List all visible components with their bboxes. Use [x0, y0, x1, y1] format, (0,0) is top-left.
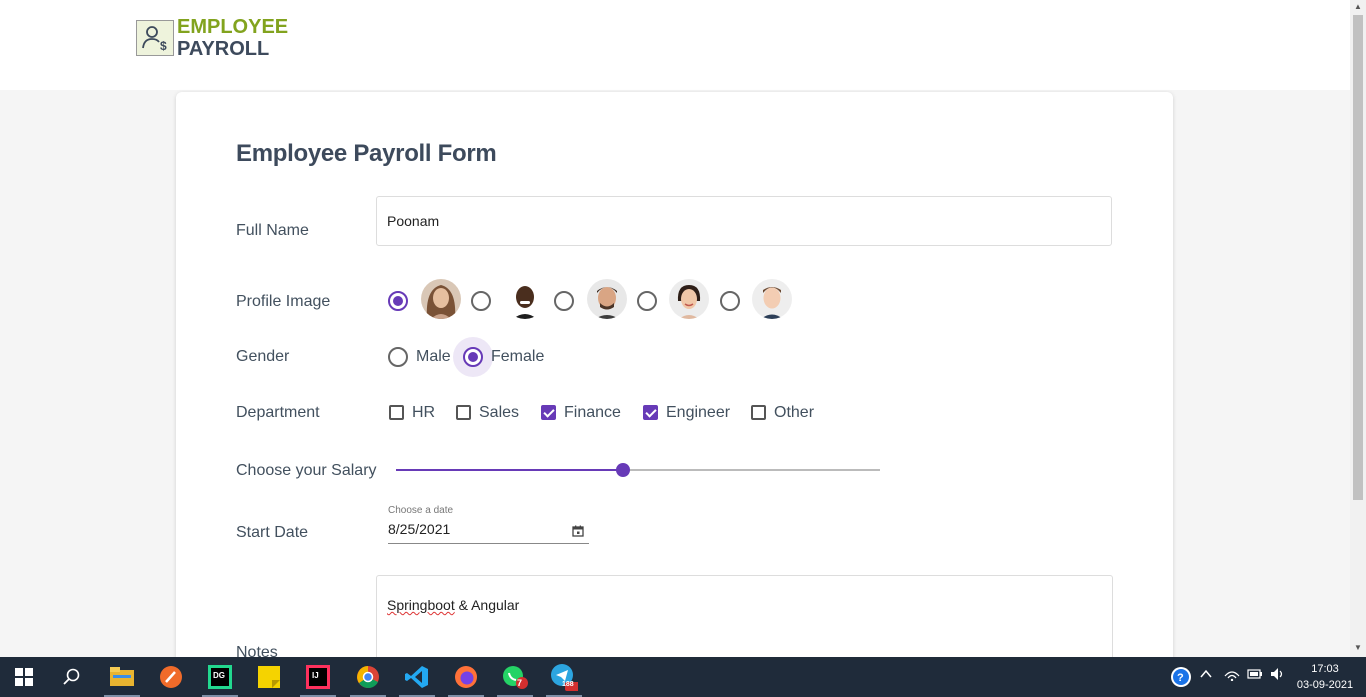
profile-image-radio-1[interactable] [388, 291, 408, 311]
department-hr-checkbox[interactable] [389, 405, 404, 420]
profile-image-radio-3[interactable] [554, 291, 574, 311]
notes-word-misspelled: Springboot [387, 597, 455, 613]
gender-male-label[interactable]: Male [416, 348, 451, 366]
profile-image-label: Profile Image [236, 293, 331, 310]
payroll-logo-icon: $ [136, 20, 174, 56]
department-hr-label[interactable]: HR [412, 404, 435, 422]
start-date-hint: Choose a date [388, 505, 454, 516]
avatar-3-image[interactable] [587, 279, 627, 319]
wifi-icon[interactable] [1224, 667, 1240, 684]
profile-image-radio-4[interactable] [637, 291, 657, 311]
avatar-1-image[interactable] [421, 279, 461, 319]
salary-slider-fill [396, 469, 623, 471]
department-other-label[interactable]: Other [774, 404, 814, 422]
department-label: Department [236, 404, 320, 421]
full-name-input[interactable]: Poonam [376, 196, 1112, 246]
whatsapp-icon[interactable]: 7 [491, 657, 539, 697]
department-other-checkbox[interactable] [751, 405, 766, 420]
scroll-down-arrow-icon[interactable]: ▼ [1353, 643, 1363, 653]
windows-taskbar: DG IJ 7 188 ? 17:03 03-09-2021 [0, 657, 1366, 697]
department-sales-checkbox[interactable] [456, 405, 471, 420]
avatar-5-image[interactable] [752, 279, 792, 319]
search-icon[interactable] [48, 657, 96, 697]
file-explorer-icon[interactable] [98, 657, 146, 697]
start-date-underline [388, 543, 589, 544]
datagrip-icon[interactable]: DG [196, 657, 244, 697]
logo-line-2: PAYROLL [177, 38, 270, 60]
scroll-up-arrow-icon[interactable]: ▲ [1353, 2, 1363, 12]
battery-icon[interactable] [1247, 667, 1263, 684]
salary-label: Choose your Salary [236, 462, 377, 479]
taskbar-clock[interactable]: 17:03 03-09-2021 [1290, 661, 1360, 693]
full-name-label: Full Name [236, 222, 309, 239]
page-scrollbar[interactable]: ▲ ▼ [1350, 0, 1366, 657]
gender-female-label[interactable]: Female [491, 348, 544, 366]
svg-text:$: $ [160, 39, 167, 53]
help-icon[interactable]: ? [1170, 666, 1192, 691]
calendar-icon[interactable] [572, 524, 584, 537]
department-finance-checkbox[interactable] [541, 405, 556, 420]
gender-female-radio[interactable] [463, 347, 483, 367]
department-finance-label[interactable]: Finance [564, 404, 621, 422]
sticky-notes-icon[interactable] [245, 657, 293, 697]
svg-text:DG: DG [213, 671, 225, 680]
start-date-input[interactable]: 8/25/2021 [388, 521, 450, 537]
notes-textarea[interactable] [376, 575, 1113, 670]
volume-icon[interactable] [1270, 667, 1286, 684]
svg-text:IJ: IJ [312, 671, 319, 680]
clock-date: 03-09-2021 [1296, 679, 1354, 691]
orange-app-icon[interactable] [147, 657, 195, 697]
windows-start-icon[interactable] [0, 657, 48, 697]
gender-label: Gender [236, 348, 290, 365]
department-engineer-label[interactable]: Engineer [666, 404, 730, 422]
notes-text: Springboot & Angular [387, 597, 519, 613]
svg-text:?: ? [1177, 672, 1184, 684]
chevron-up-icon[interactable] [1199, 667, 1213, 684]
profile-image-radio-2[interactable] [471, 291, 491, 311]
vscode-icon[interactable] [393, 657, 441, 697]
logo-text: EMPLOYEE PAYROLL [177, 16, 288, 60]
gender-male-radio[interactable] [388, 347, 408, 367]
firefox-icon[interactable] [442, 657, 490, 697]
logo-line-1: EMPLOYEE [177, 16, 289, 38]
form-title: Employee Payroll Form [236, 140, 497, 167]
start-date-label: Start Date [236, 524, 309, 541]
intellij-icon[interactable]: IJ [294, 657, 342, 697]
clock-time: 17:03 [1311, 663, 1339, 675]
salary-slider[interactable] [396, 463, 880, 477]
telegram-icon[interactable]: 188 [540, 657, 588, 697]
avatar-2-image[interactable] [505, 279, 545, 319]
telegram-badge: 188 [562, 681, 574, 688]
chrome-icon[interactable] [344, 657, 392, 697]
avatar-4-image[interactable] [669, 279, 709, 319]
scroll-thumb[interactable] [1353, 15, 1363, 500]
app-header: $ EMPLOYEE PAYROLL [0, 0, 1350, 90]
salary-slider-thumb[interactable] [616, 463, 630, 477]
profile-image-radio-5[interactable] [720, 291, 740, 311]
notes-word-rest: & Angular [454, 597, 520, 613]
department-sales-label[interactable]: Sales [479, 404, 519, 422]
whatsapp-badge: 7 [517, 678, 523, 688]
department-engineer-checkbox[interactable] [643, 405, 658, 420]
